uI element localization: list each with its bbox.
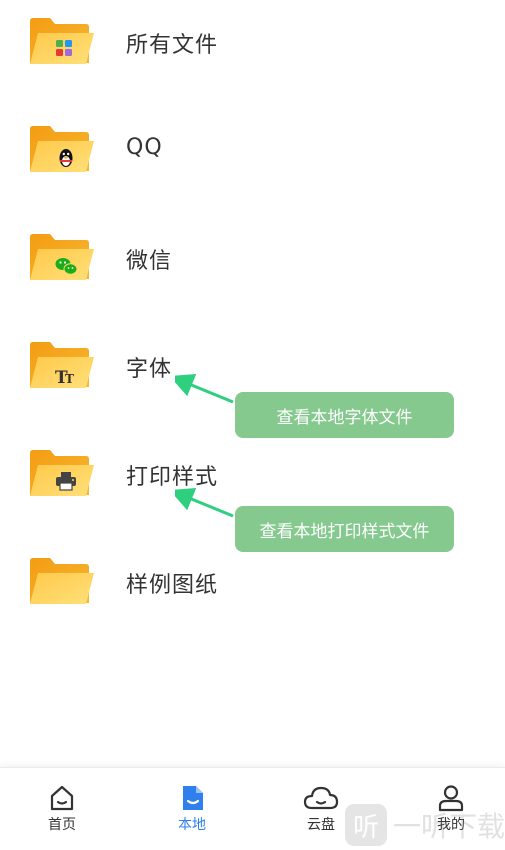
nav-label-home: 首页 (48, 817, 76, 833)
callout-fonts: 查看本地字体文件 (235, 392, 454, 438)
folder-row-qq[interactable]: QQ (0, 125, 505, 185)
folder-label: QQ (126, 135, 163, 160)
callout-print-styles: 查看本地打印样式文件 (235, 506, 454, 552)
wechat-icon (30, 234, 94, 280)
folder-label: 样例图纸 (126, 573, 219, 598)
nav-item-local[interactable]: 本地 (152, 768, 232, 850)
arrow-to-print-styles-icon (175, 488, 234, 518)
folder-label: 微信 (126, 249, 173, 274)
home-icon (50, 785, 74, 811)
nav-label-local: 本地 (178, 817, 206, 833)
font-tt-icon: T T (30, 342, 94, 388)
local-file-icon (183, 786, 203, 810)
cloud-icon (303, 786, 339, 810)
nav-item-home[interactable]: 首页 (22, 768, 102, 850)
folder-row-wechat[interactable]: 微信 (0, 233, 505, 293)
watermark: 听 一听下载 (345, 803, 505, 847)
apps-grid-icon (30, 18, 94, 64)
folder-label: 字体 (126, 357, 173, 382)
folder-row-print-styles[interactable]: 打印样式 (0, 449, 505, 509)
folder-label: 所有文件 (126, 33, 219, 58)
watermark-text: 一听下载 (393, 810, 505, 843)
arrow-to-fonts-icon (175, 374, 234, 404)
folder-row-sample-drawings[interactable]: 样例图纸 (0, 557, 505, 617)
watermark-badge: 听 (345, 804, 387, 846)
folder-icon (30, 558, 94, 604)
printer-icon (30, 450, 94, 496)
nav-label-cloud: 云盘 (307, 817, 335, 833)
folder-row-all-files[interactable]: 所有文件 (0, 17, 505, 77)
svg-text:T: T (65, 372, 74, 386)
qq-penguin-icon (30, 126, 94, 172)
